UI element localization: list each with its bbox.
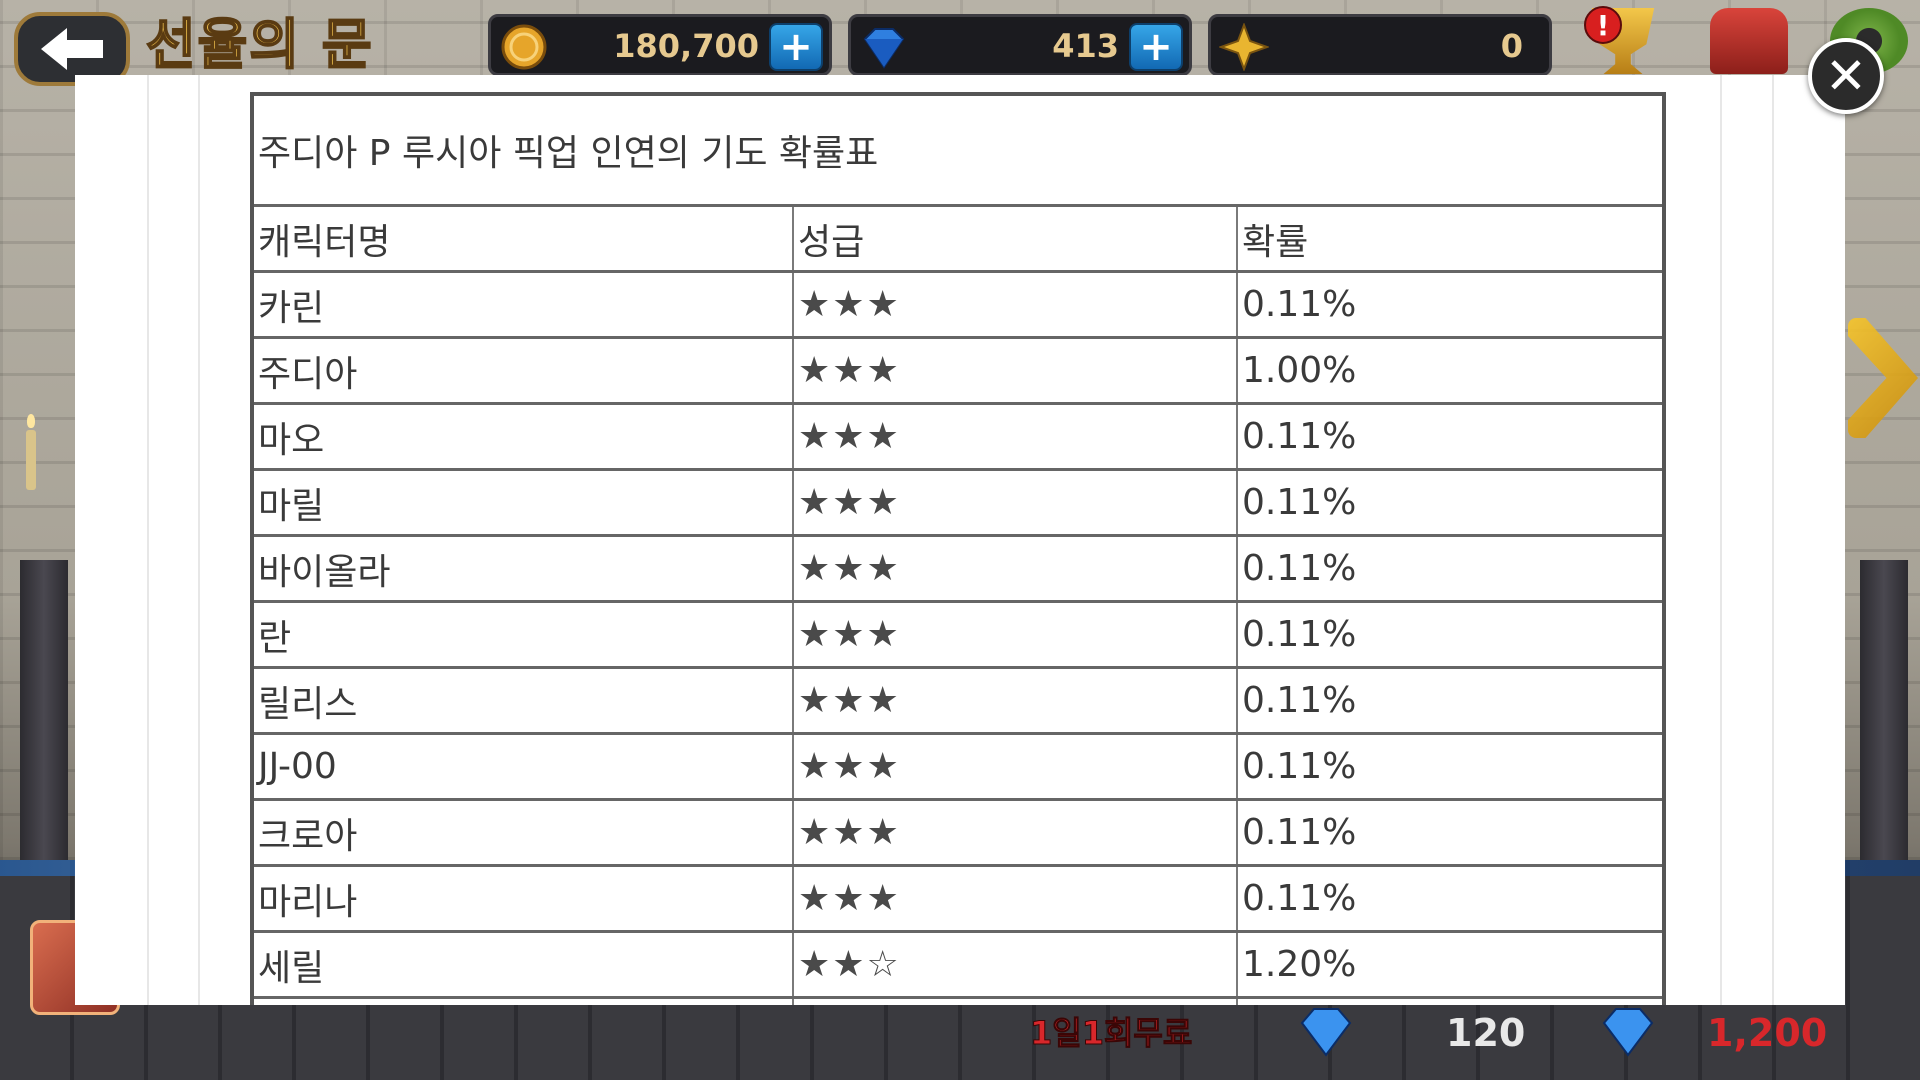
gem-currency: 413 +	[848, 14, 1192, 76]
drop-rate: 0.11%	[1242, 680, 1357, 721]
star-grade: ★★★	[794, 735, 1238, 798]
drop-rate: 0.11%	[1242, 284, 1357, 325]
multi-pull-price: 1,200	[1707, 1011, 1828, 1055]
table-title-row: 주디아 P 루시아 픽업 인연의 기도 확률표	[254, 96, 1662, 207]
page-guide-line	[147, 75, 149, 1005]
cell-partial	[1238, 999, 1662, 1005]
table-header-row: 캐릭터명 성급 확률	[254, 207, 1662, 273]
star-grade: ★★★	[794, 339, 1238, 402]
star-grade: ★★★	[794, 537, 1238, 600]
table-row: 마리나 ★★★ 0.11%	[254, 867, 1662, 933]
probability-modal: 주디아 P 루시아 픽업 인연의 기도 확률표 캐릭터명 성급 확률 카린 ★★…	[75, 75, 1845, 1005]
page-guide-line	[1772, 75, 1774, 1005]
probability-table[interactable]: 주디아 P 루시아 픽업 인연의 기도 확률표 캐릭터명 성급 확률 카린 ★★…	[250, 92, 1666, 1005]
character-name: 마리나	[254, 867, 794, 930]
character-name: 릴리스	[254, 669, 794, 732]
character-name: 바이올라	[254, 537, 794, 600]
gold-star-icon	[1219, 23, 1269, 71]
table-row: 란 ★★★ 0.11%	[254, 603, 1662, 669]
star-grade: ★★★	[794, 471, 1238, 534]
drop-rate: 0.11%	[1242, 548, 1357, 589]
table-row-partial	[254, 999, 1662, 1005]
star-grade: ★★★	[794, 867, 1238, 930]
table-row: 릴리스 ★★★ 0.11%	[254, 669, 1662, 735]
table-row: 세릴 ★★☆ 1.20%	[254, 933, 1662, 999]
drop-rate: 0.11%	[1242, 416, 1357, 457]
character-name: 크로아	[254, 801, 794, 864]
gem-amount: 413	[1052, 27, 1119, 65]
table-row: 마오 ★★★ 0.11%	[254, 405, 1662, 471]
star-grade: ★★★	[794, 801, 1238, 864]
page-guide-line	[1720, 75, 1722, 1005]
add-gems-button[interactable]: +	[1129, 23, 1183, 71]
table-row: 바이올라 ★★★ 0.11%	[254, 537, 1662, 603]
table-row: 크로아 ★★★ 0.11%	[254, 801, 1662, 867]
gold-coin-icon	[501, 24, 547, 70]
drop-rate: 1.20%	[1242, 944, 1357, 985]
character-name: JJ-00	[254, 735, 794, 798]
table-title: 주디아 P 루시아 픽업 인연의 기도 확률표	[258, 133, 879, 174]
column-header-grade: 성급	[794, 207, 1238, 270]
character-name: 마오	[254, 405, 794, 468]
column-header-rate: 확률	[1242, 221, 1309, 263]
cell-partial	[254, 999, 794, 1005]
star-amount: 0	[1500, 27, 1523, 65]
star-currency: 0	[1208, 14, 1552, 76]
blue-gem-icon	[863, 28, 905, 69]
top-bar: 선율의 문 180,700 + 413 + 0 !	[0, 0, 1920, 86]
drop-rate: 0.11%	[1242, 812, 1357, 853]
column-header-name: 캐릭터명	[254, 207, 794, 270]
character-name: 란	[254, 603, 794, 666]
pillar-right	[1860, 560, 1908, 860]
character-name: 주디아	[254, 339, 794, 402]
back-arrow-icon	[41, 28, 103, 70]
page-guide-line	[198, 75, 200, 1005]
star-grade: ★★★	[794, 603, 1238, 666]
drop-rate: 0.11%	[1242, 878, 1357, 919]
table-row: 카린 ★★★ 0.11%	[254, 273, 1662, 339]
star-grade: ★★☆	[794, 933, 1238, 996]
close-icon[interactable]: ✕	[1808, 38, 1884, 114]
drop-rate: 0.11%	[1242, 482, 1357, 523]
table-row: 주디아 ★★★ 1.00%	[254, 339, 1662, 405]
candle-decoration	[26, 414, 36, 490]
star-grade: ★★★	[794, 273, 1238, 336]
pillar-left	[20, 560, 68, 860]
character-name: 세릴	[254, 933, 794, 996]
gold-currency: 180,700 +	[488, 14, 832, 76]
gold-amount: 180,700	[613, 27, 759, 65]
cell-partial	[794, 999, 1238, 1005]
bottom-bar: 1일1회무료 120 1,200	[0, 1005, 1920, 1080]
table-row: 마릴 ★★★ 0.11%	[254, 471, 1662, 537]
star-grade: ★★★	[794, 405, 1238, 468]
daily-free-label: 1일1회무료	[1029, 1014, 1193, 1053]
drop-rate: 0.11%	[1242, 614, 1357, 655]
star-grade: ★★★	[794, 669, 1238, 732]
mailbox-icon[interactable]	[1710, 8, 1788, 74]
drop-rate: 0.11%	[1242, 746, 1357, 787]
single-pull-price: 120	[1446, 1011, 1526, 1055]
blue-gem-icon	[1300, 1008, 1352, 1057]
character-name: 카린	[254, 273, 794, 336]
add-gold-button[interactable]: +	[769, 23, 823, 71]
drop-rate: 1.00%	[1242, 350, 1357, 391]
table-row: JJ-00 ★★★ 0.11%	[254, 735, 1662, 801]
alert-badge-icon: !	[1584, 6, 1622, 44]
character-name: 마릴	[254, 471, 794, 534]
blue-gem-icon	[1602, 1008, 1654, 1057]
screen-title: 선율의 문	[145, 12, 374, 77]
